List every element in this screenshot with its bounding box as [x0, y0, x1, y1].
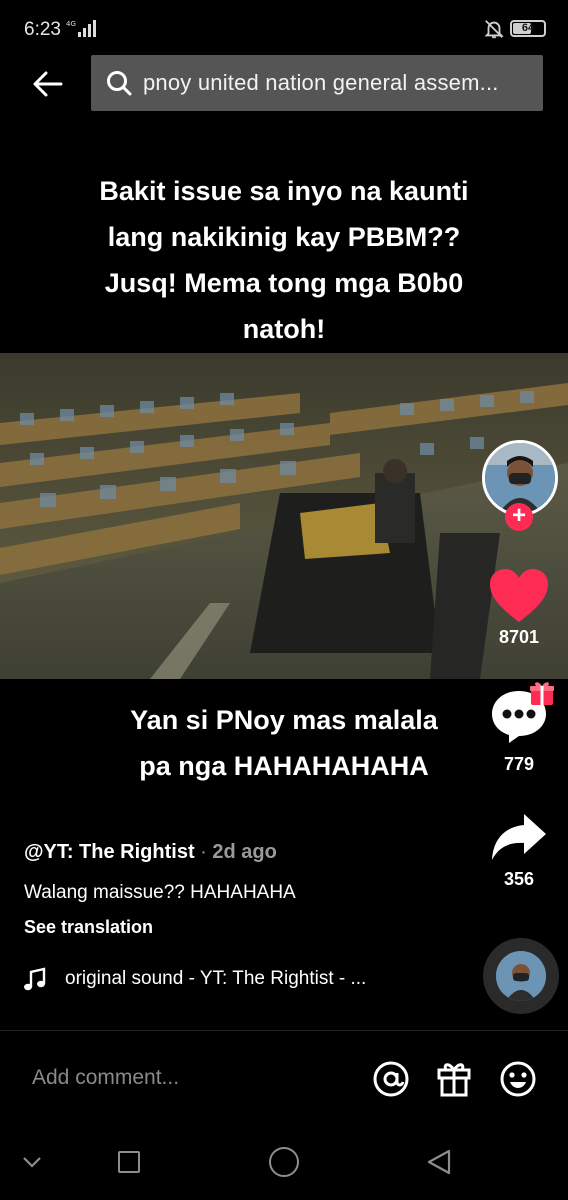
- see-translation-link[interactable]: See translation: [24, 917, 153, 938]
- video-caption-bottom: Yan si PNoy mas malala pa nga HAHAHAHAHA: [0, 697, 568, 789]
- arrow-left-icon: [33, 71, 63, 97]
- home-button[interactable]: [269, 1147, 299, 1177]
- svg-text:4G: 4G: [66, 20, 76, 28]
- gift-badge-icon[interactable]: [528, 679, 556, 707]
- battery-level: 64: [521, 22, 535, 34]
- share-button[interactable]: [490, 812, 548, 864]
- music-note-icon: [24, 967, 46, 991]
- chevron-down-icon[interactable]: [20, 1150, 44, 1174]
- smiley-icon[interactable]: [499, 1060, 537, 1098]
- add-comment-input[interactable]: Add comment...: [32, 1066, 352, 1090]
- follow-button[interactable]: +: [505, 503, 533, 531]
- at-sign-icon[interactable]: [372, 1060, 410, 1098]
- recent-apps-button[interactable]: [118, 1151, 140, 1173]
- bell-off-icon: [484, 20, 504, 39]
- gift-icon[interactable]: [436, 1059, 472, 1097]
- sound-name[interactable]: original sound - YT: The Rightist - ...: [65, 968, 366, 990]
- caption-bottom-line1: Yan si PNoy mas malala: [130, 705, 438, 735]
- signal-icon: 4G: [66, 20, 96, 37]
- comment-count: 779: [503, 754, 535, 774]
- author-name[interactable]: @YT: The Rightist: [24, 841, 195, 863]
- post-age: 2d ago: [212, 841, 277, 863]
- battery-indicator: 64: [510, 20, 546, 37]
- status-bar: 6:23 4G 64: [0, 0, 568, 52]
- sound-disc-avatar: [496, 951, 546, 1001]
- comment-divider: [0, 1030, 568, 1031]
- share-count: 356: [503, 869, 535, 889]
- status-time: 6:23: [24, 19, 61, 40]
- heart-icon: [490, 569, 548, 622]
- like-button[interactable]: [488, 568, 550, 624]
- search-bar[interactable]: pnoy united nation general assem...: [91, 55, 543, 111]
- disc-avatar-image: [496, 951, 546, 1001]
- like-count: 8701: [498, 627, 540, 647]
- video-caption-top: Bakit issue sa inyo na kaunti lang nakik…: [99, 176, 469, 344]
- share-arrow-icon: [492, 814, 546, 860]
- author-line: @YT: The Rightist · 2d ago: [24, 841, 277, 864]
- meta-separator: ·: [194, 841, 213, 863]
- nav-back-icon[interactable]: [425, 1148, 453, 1176]
- post-description: Walang maissue?? HAHAHAHA: [24, 882, 296, 903]
- search-query[interactable]: pnoy united nation general assem...: [143, 70, 523, 96]
- search-icon: [107, 71, 132, 96]
- back-button[interactable]: [26, 62, 70, 106]
- sound-disc[interactable]: [483, 938, 559, 1014]
